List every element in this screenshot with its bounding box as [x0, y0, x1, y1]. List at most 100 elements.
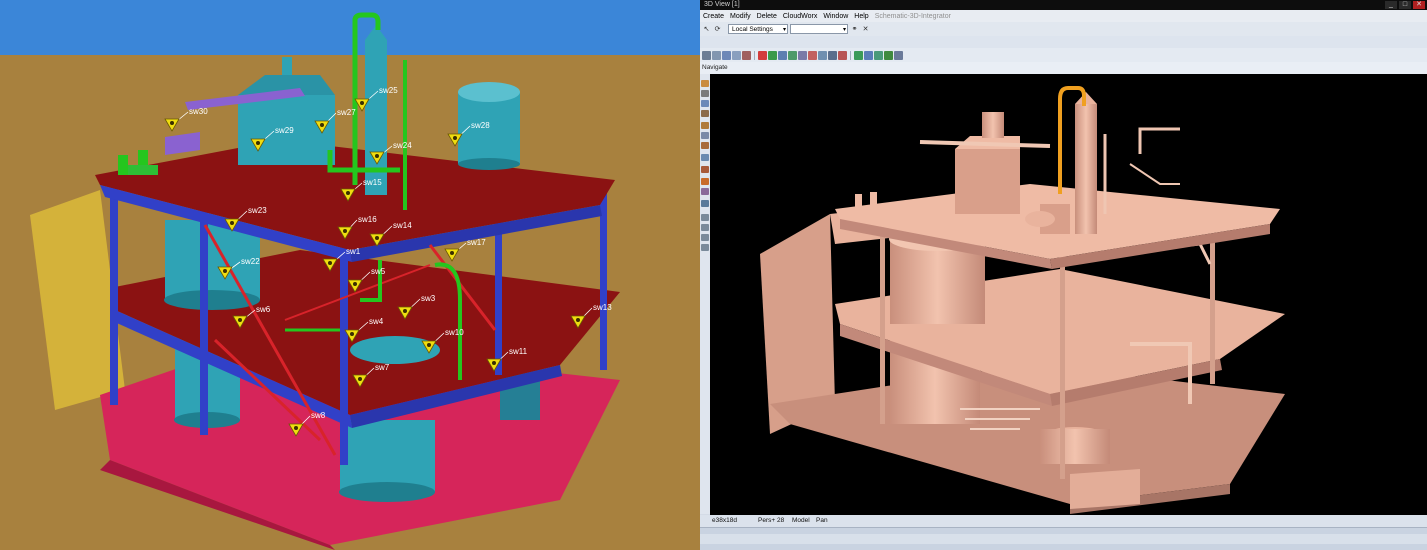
grid-icon[interactable] — [828, 50, 837, 60]
menu-window[interactable]: Window — [820, 13, 851, 20]
walk-icon[interactable] — [864, 50, 873, 60]
fly-icon[interactable] — [701, 110, 709, 117]
layer-icon[interactable] — [788, 50, 797, 60]
light-icon[interactable] — [701, 166, 709, 173]
settings-combo-value: Local Settings — [732, 26, 773, 33]
view-icon[interactable] — [798, 50, 807, 60]
tag-label: sw17 — [467, 238, 486, 247]
camera-icon[interactable] — [701, 154, 709, 161]
close-icon[interactable]: ✕ — [861, 25, 870, 34]
menu-create[interactable]: Create — [700, 13, 727, 20]
tag-center-dot — [230, 221, 234, 225]
tag-label: sw11 — [509, 347, 528, 356]
paint-icon[interactable] — [701, 178, 709, 185]
tag-label: sw27 — [337, 108, 356, 117]
red-tool-icon[interactable] — [758, 50, 767, 60]
tag-label: sw8 — [311, 411, 326, 420]
left-3d-view[interactable]: sw30 sw29 sw27 sw25 sw28 sw24 sw15 sw16 sw14 sw23… — [0, 0, 700, 550]
tag-center-dot — [350, 332, 354, 336]
chevron-down-icon: ▾ — [842, 27, 846, 33]
tag-center-dot — [375, 154, 379, 158]
clip-icon[interactable] — [808, 50, 817, 60]
tag-label: sw16 — [358, 215, 377, 224]
settings-combo[interactable]: Local Settings ▾ — [728, 24, 788, 34]
zoom-out-icon[interactable] — [701, 142, 709, 149]
tag-label: sw15 — [363, 178, 382, 187]
pointer-icon[interactable]: ↖ — [702, 25, 711, 34]
chevron-down-icon: ▾ — [782, 27, 786, 33]
measure-icon[interactable] — [818, 50, 827, 60]
section-icon[interactable] — [838, 50, 847, 60]
app-window: 3D View [1] _ □ ✕ Create Modify Delete C… — [700, 0, 1427, 550]
3d-viewport[interactable] — [710, 74, 1427, 515]
tag-label: sw29 — [275, 126, 294, 135]
tag-label: sw22 — [241, 257, 260, 266]
tag-label: sw23 — [248, 206, 267, 215]
list-icon[interactable] — [701, 244, 709, 251]
menu-help[interactable]: Help — [851, 13, 871, 20]
toolbar-separator — [754, 50, 755, 60]
toolbar-separator — [850, 50, 851, 60]
cube-icon[interactable] — [778, 50, 787, 60]
tag-center-dot — [320, 123, 324, 127]
settings-toolbar: ↖ ⟳ Local Settings ▾ ▾ ⚭ ✕ — [700, 22, 1427, 36]
zoom-in-icon[interactable] — [701, 132, 709, 139]
minimize-button[interactable]: _ — [1385, 1, 1397, 9]
tag-label: sw3 — [421, 294, 436, 303]
tag-center-dot — [353, 282, 357, 286]
select-icon[interactable] — [701, 80, 709, 87]
tree-icon[interactable] — [854, 50, 863, 60]
tag-center-dot — [170, 121, 174, 125]
tag-label: sw13 — [593, 303, 612, 312]
status-coords: e38x18d — [712, 517, 737, 524]
tag-center-dot — [375, 236, 379, 240]
menu-delete[interactable]: Delete — [754, 13, 780, 20]
list-icon[interactable] — [701, 234, 709, 241]
close-button[interactable]: ✕ — [1413, 1, 1425, 9]
tag-label: sw14 — [393, 221, 412, 230]
tag-center-dot — [450, 251, 454, 255]
filter-combo[interactable]: ▾ — [790, 24, 848, 34]
rotate-icon[interactable] — [701, 100, 709, 107]
tag-label: sw6 — [256, 305, 271, 314]
link-icon[interactable]: ⚭ — [850, 25, 859, 34]
menu-modify[interactable]: Modify — [727, 13, 754, 20]
play-icon[interactable] — [722, 50, 731, 60]
save-icon[interactable] — [702, 50, 711, 60]
tag-label: sw28 — [471, 121, 490, 130]
tag-center-dot — [223, 269, 227, 273]
tag-center-dot — [403, 309, 407, 313]
orbit-icon[interactable] — [874, 50, 883, 60]
box-icon[interactable] — [701, 122, 709, 129]
delete-icon[interactable] — [742, 50, 751, 60]
fit-icon[interactable] — [894, 50, 903, 60]
tag-label: sw1 — [346, 247, 361, 256]
menu-schematic-integrator[interactable]: Schematic-3D-Integrator — [872, 13, 954, 20]
hand-icon[interactable] — [701, 90, 709, 97]
copy-icon[interactable] — [732, 50, 741, 60]
top-housing — [955, 149, 1020, 214]
tag-center-dot — [343, 229, 347, 233]
tag-center-dot — [492, 361, 496, 365]
tag-center-dot — [453, 136, 457, 140]
list-icon[interactable] — [701, 214, 709, 221]
tag-center-dot — [360, 101, 364, 105]
tag-center-dot — [256, 141, 260, 145]
tag-label: sw30 — [189, 107, 208, 116]
maximize-button[interactable]: □ — [1399, 1, 1411, 9]
tag-center-dot — [358, 377, 362, 381]
tag-icon[interactable] — [701, 188, 709, 195]
menu-cloudworx[interactable]: CloudWorx — [780, 13, 821, 20]
status-projection: Pers+ 28 — [758, 517, 785, 524]
print-icon[interactable] — [712, 50, 721, 60]
zoom-icon[interactable] — [884, 50, 893, 60]
tag-center-dot — [346, 191, 350, 195]
tag-label: sw10 — [445, 328, 464, 337]
refresh-icon[interactable]: ⟳ — [713, 25, 722, 34]
info-icon[interactable] — [701, 200, 709, 207]
green-tool-icon[interactable] — [768, 50, 777, 60]
status-mode: Model — [792, 517, 810, 524]
bottom-bar — [700, 527, 1427, 550]
list-icon[interactable] — [701, 224, 709, 231]
menu-bar: Create Modify Delete CloudWorx Window He… — [700, 10, 1427, 22]
